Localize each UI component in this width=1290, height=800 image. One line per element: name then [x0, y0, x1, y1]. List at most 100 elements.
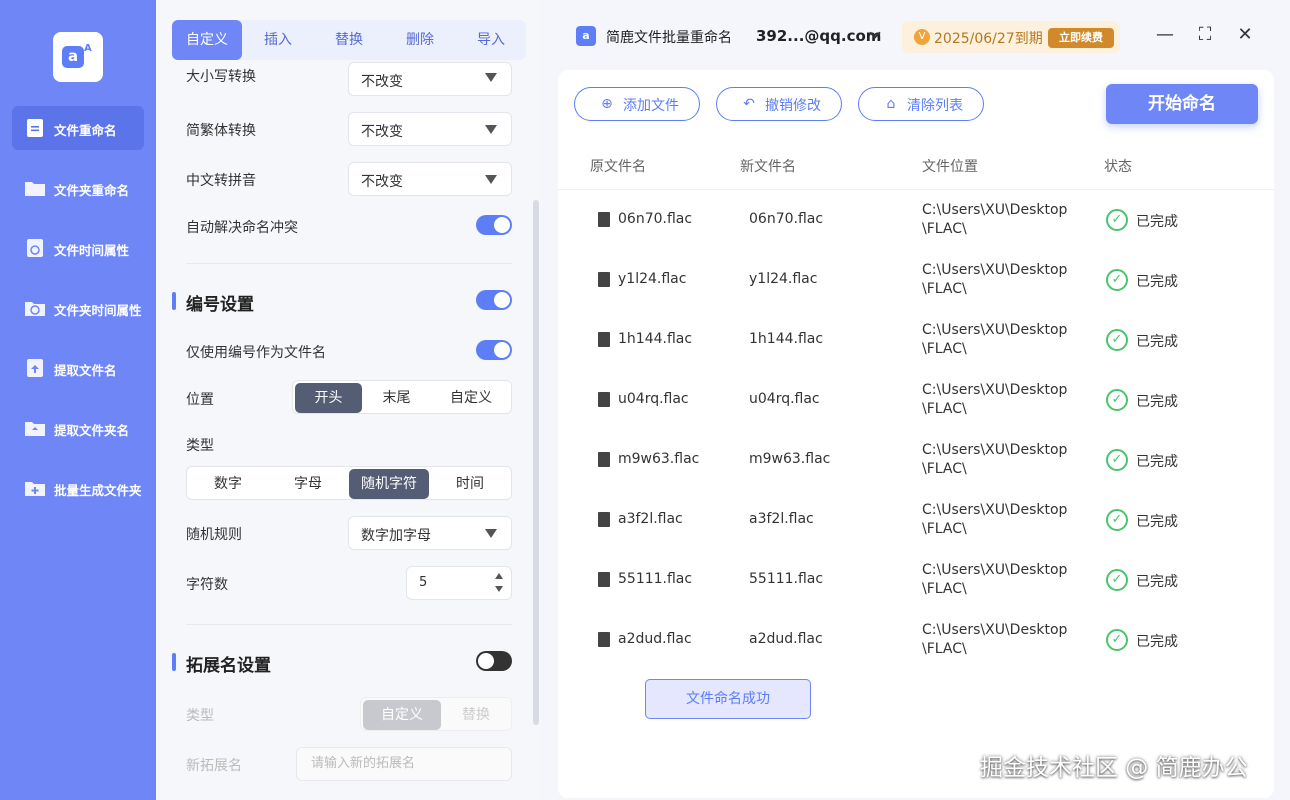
type-time[interactable]: 时间 [431, 469, 509, 499]
maximize-icon[interactable]: ⛶ [1196, 26, 1214, 44]
numbering-toggle[interactable] [476, 290, 512, 310]
add-file-icon: ⊕ [601, 96, 613, 112]
decrement-arrow-icon[interactable] [495, 586, 503, 592]
pinyin-select[interactable]: 不改变 [348, 162, 512, 196]
new-filename: 1h144.flac [749, 331, 824, 347]
ext-type-custom[interactable]: 自定义 [363, 700, 441, 730]
settings-scroll-area: 大小写转换 不改变 简繁体转换 不改变 中文转拼音 不改变 自动解决命名冲突 编… [156, 62, 542, 800]
main-area: a 简鹿文件批量重命名 392...@qq.com V 2025/06/27到期… [542, 0, 1290, 800]
vip-expiry: 2025/06/27到期 [934, 31, 1043, 47]
vip-icon: V [914, 29, 930, 45]
new-filename: y1l24.flac [749, 271, 818, 287]
check-circle-icon: ✓ [1106, 209, 1128, 231]
renew-button[interactable]: 立即续费 [1048, 28, 1114, 48]
dropdown-arrow-icon [485, 73, 497, 82]
table-row[interactable]: 1h144.flac 1h144.flac C:\Users\XU\Desktop \… [558, 310, 1274, 370]
ext-new-label: 新拓展名 [186, 758, 242, 774]
file-location: C:\Users\XU\Desktop \FLAC\ [922, 621, 1067, 659]
toggle-knob [494, 217, 510, 233]
location-line-2: \FLAC\ [922, 641, 967, 657]
file-icon [598, 332, 610, 347]
file-icon [598, 452, 610, 467]
location-line-2: \FLAC\ [922, 281, 967, 297]
account-name[interactable]: 392...@qq.com [756, 27, 881, 45]
file-clock-icon [27, 239, 43, 257]
table-row[interactable]: m9w63.flac m9w63.flac C:\Users\XU\Desktop \… [558, 430, 1274, 490]
undo-label: 撤销修改 [765, 98, 821, 114]
file-location: C:\Users\XU\Desktop \FLAC\ [922, 501, 1067, 539]
table-row[interactable]: 55111.flac 55111.flac C:\Users\XU\Desktop \… [558, 550, 1274, 610]
trad-value: 不改变 [361, 124, 403, 140]
location-line-1: C:\Users\XU\Desktop [922, 322, 1068, 338]
sidebar-item-label: 文件夹重命名 [54, 183, 130, 198]
document-icon [27, 119, 43, 137]
conflict-toggle[interactable] [476, 215, 512, 235]
table-row[interactable]: a2dud.flac a2dud.flac C:\Users\XU\Desktop \… [558, 610, 1274, 670]
file-location: C:\Users\XU\Desktop \FLAC\ [922, 321, 1067, 359]
sidebar-item-file-rename[interactable]: 文件重命名 [12, 106, 144, 150]
type-random[interactable]: 随机字符 [349, 469, 429, 499]
folder-clock-icon [25, 302, 45, 316]
settings-scrollbar[interactable] [533, 200, 539, 725]
trad-select[interactable]: 不改变 [348, 112, 512, 146]
extension-toggle[interactable] [476, 651, 512, 671]
close-icon[interactable]: ✕ [1236, 26, 1254, 44]
folder-up-icon [25, 422, 45, 436]
type-letter[interactable]: 字母 [269, 469, 347, 499]
tab-delete[interactable]: 删除 [385, 20, 455, 60]
numbering-title: 编号设置 [186, 295, 254, 315]
col-location: 文件位置 [922, 159, 978, 175]
ext-type-replace[interactable]: 替换 [443, 700, 509, 730]
position-start[interactable]: 开头 [295, 383, 362, 413]
location-line-1: C:\Users\XU\Desktop [922, 382, 1068, 398]
table-row[interactable]: 06n70.flac 06n70.flac C:\Users\XU\Desktop \… [558, 190, 1274, 250]
section-marker [172, 653, 176, 671]
check-circle-icon: ✓ [1106, 629, 1128, 651]
status-text: 已完成 [1136, 634, 1178, 650]
table-row[interactable]: a3f2l.flac a3f2l.flac C:\Users\XU\Desktop \… [558, 490, 1274, 550]
position-label: 位置 [186, 392, 214, 408]
sidebar-item-folder-time[interactable]: 文件夹时间属性 [12, 286, 144, 330]
table-row[interactable]: u04rq.flac u04rq.flac C:\Users\XU\Desktop \… [558, 370, 1274, 430]
sidebar: a A 文件重命名 文件夹重命名 文件时间属性 文件夹时间属性 提取文件名 提取… [0, 0, 156, 800]
minimize-icon[interactable]: — [1156, 26, 1174, 44]
sidebar-item-extract-filename[interactable]: 提取文件名 [12, 346, 144, 390]
chars-stepper[interactable]: 5 [406, 566, 512, 600]
new-extension-input[interactable]: 请输入新的拓展名 [296, 747, 512, 781]
sidebar-item-file-time[interactable]: 文件时间属性 [12, 226, 144, 270]
position-custom[interactable]: 自定义 [433, 383, 509, 413]
file-icon [598, 572, 610, 587]
sidebar-item-extract-foldername[interactable]: 提取文件夹名 [12, 406, 144, 450]
sidebar-item-batch-folders[interactable]: 批量生成文件夹 [12, 466, 144, 510]
location-line-2: \FLAC\ [922, 581, 967, 597]
col-status: 状态 [1104, 159, 1132, 175]
pinyin-label: 中文转拼音 [186, 173, 256, 189]
tab-custom[interactable]: 自定义 [172, 20, 242, 60]
add-file-button[interactable]: ⊕ 添加文件 [574, 87, 700, 121]
start-rename-button[interactable]: 开始命名 [1106, 84, 1258, 124]
rule-label: 随机规则 [186, 527, 242, 543]
tab-import[interactable]: 导入 [456, 20, 526, 60]
type-label: 类型 [186, 438, 214, 454]
sidebar-item-label: 文件夹时间属性 [54, 303, 142, 318]
undo-button[interactable]: ↶ 撤销修改 [716, 87, 842, 121]
file-location: C:\Users\XU\Desktop \FLAC\ [922, 441, 1067, 479]
sidebar-item-label: 文件时间属性 [54, 243, 130, 258]
file-icon [598, 632, 610, 647]
sidebar-item-folder-rename[interactable]: 文件夹重命名 [12, 166, 144, 210]
divider [186, 624, 512, 625]
increment-arrow-icon[interactable] [495, 573, 503, 579]
pinyin-value: 不改变 [361, 174, 403, 190]
table-row[interactable]: y1l24.flac y1l24.flac C:\Users\XU\Desktop \… [558, 250, 1274, 310]
clear-list-button[interactable]: ⌂ 清除列表 [858, 87, 984, 121]
tab-replace[interactable]: 替换 [314, 20, 384, 60]
rule-select[interactable]: 数字加字母 [348, 516, 512, 550]
case-select[interactable]: 不改变 [348, 62, 512, 96]
type-number[interactable]: 数字 [189, 469, 267, 499]
new-filename: 06n70.flac [749, 211, 824, 227]
only-number-toggle[interactable] [476, 340, 512, 360]
file-icon [598, 272, 610, 287]
orig-filename: a3f2l.flac [618, 511, 683, 527]
position-end[interactable]: 末尾 [363, 383, 430, 413]
tab-insert[interactable]: 插入 [243, 20, 313, 60]
